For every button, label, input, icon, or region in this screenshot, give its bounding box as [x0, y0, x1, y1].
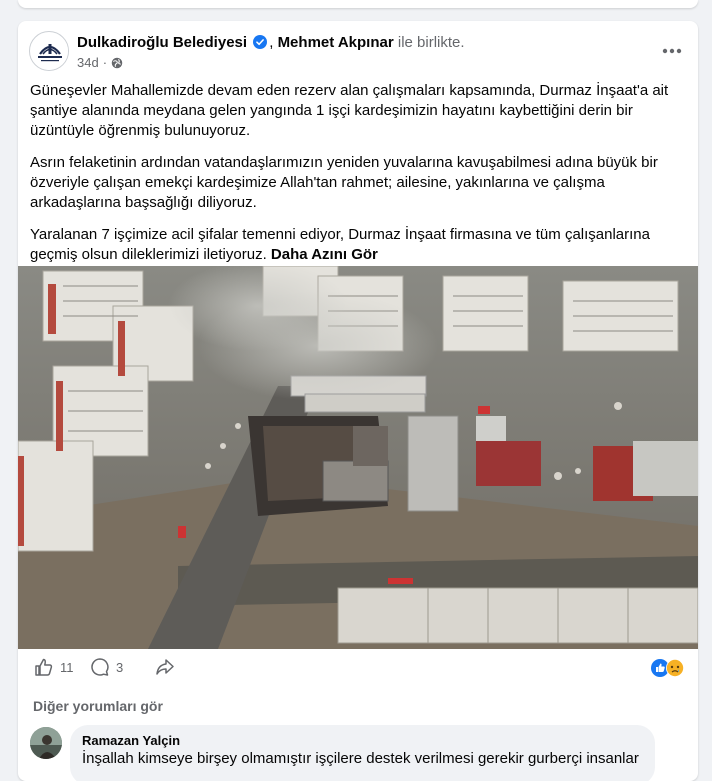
- post-actions: 11 3: [18, 649, 698, 691]
- post-paragraph: Güneşevler Mahallemizde devam eden rezer…: [30, 82, 669, 139]
- more-options-button[interactable]: [660, 39, 684, 63]
- municipality-logo: [31, 33, 68, 70]
- post-photo[interactable]: [18, 266, 698, 649]
- see-less-link[interactable]: Daha Azını Gör: [271, 246, 378, 263]
- previous-post-card: [18, 0, 698, 8]
- commenter-avatar[interactable]: [30, 727, 62, 759]
- post-paragraph: Asrın felaketinin ardından vatandaşlarım…: [30, 154, 658, 211]
- post-card: Dulkadiroğlu Belediyesi , Mehmet Akpınar…: [18, 21, 698, 781]
- author-line: Dulkadiroğlu Belediyesi , Mehmet Akpınar…: [77, 34, 465, 51]
- page-avatar[interactable]: [29, 31, 69, 71]
- post-meta: 34d ·: [77, 55, 123, 70]
- page-name[interactable]: Dulkadiroğlu Belediyesi: [77, 34, 247, 51]
- reaction-summary[interactable]: [651, 659, 684, 677]
- globe-icon: [111, 57, 123, 68]
- commenter-name[interactable]: Ramazan Yalçin: [82, 733, 643, 748]
- view-more-comments-link[interactable]: Diğer yorumları gör: [33, 698, 163, 714]
- share-icon: [156, 659, 174, 675]
- commenter-avatar-image: [30, 727, 62, 759]
- comment-count: 3: [116, 659, 124, 675]
- like-button[interactable]: 11: [34, 657, 74, 677]
- like-count: 11: [60, 659, 74, 675]
- comment-icon: [91, 658, 109, 676]
- like-icon: [35, 658, 53, 676]
- meta-separator: ·: [102, 55, 108, 70]
- share-button[interactable]: [155, 657, 175, 677]
- aerial-fire-photo: [18, 266, 698, 649]
- comment-bubble: Ramazan Yalçin İnşallah kimseye birşey o…: [70, 725, 655, 781]
- post-time[interactable]: 34d: [77, 55, 99, 70]
- more-icon: [662, 48, 682, 54]
- post-body: Güneşevler Mahallemizde devam eden rezer…: [18, 81, 698, 265]
- sad-reaction-icon: [666, 659, 684, 677]
- post-header: Dulkadiroğlu Belediyesi , Mehmet Akpınar…: [18, 21, 698, 81]
- tagged-user-name[interactable]: Mehmet Akpınar: [278, 34, 394, 51]
- comment-button[interactable]: 3: [90, 657, 123, 677]
- with-text: ile birlikte.: [397, 34, 465, 51]
- verified-icon: [253, 35, 268, 49]
- post-paragraph-last: Yaralanan 7 işçimize acil şifalar temenn…: [30, 225, 686, 265]
- comment-text: İnşallah kimseye birşey olmamıştır işçil…: [82, 750, 639, 767]
